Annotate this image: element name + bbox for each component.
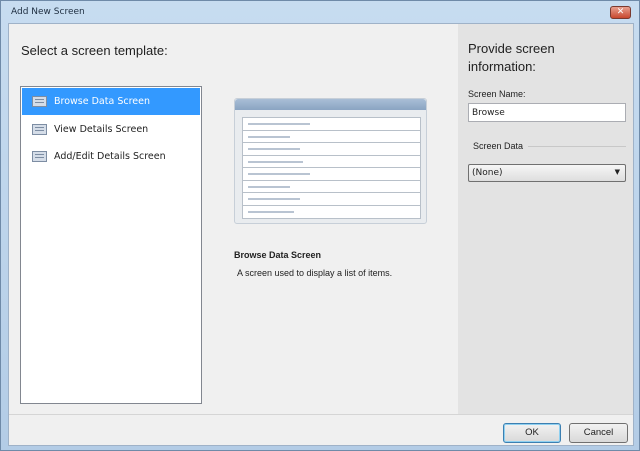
- group-divider: [528, 146, 626, 147]
- screen-data-label: Screen Data: [473, 141, 524, 151]
- close-button[interactable]: ✕: [610, 6, 631, 19]
- screen-data-select[interactable]: (None) ▼: [468, 164, 626, 182]
- template-item-label: Browse Data Screen: [54, 96, 150, 107]
- preview-description: A screen used to display a list of items…: [237, 268, 393, 278]
- screen-info-panel: Provide screen information: Screen Name:…: [458, 24, 633, 414]
- template-preview-image: [234, 98, 427, 224]
- ok-button[interactable]: OK: [503, 423, 561, 443]
- details-screen-icon: [32, 124, 47, 135]
- grid-screen-icon: [32, 96, 47, 107]
- screen-name-input[interactable]: Browse: [468, 103, 626, 122]
- preview-title: Browse Data Screen: [234, 250, 322, 260]
- template-item-add-edit-details[interactable]: Add/Edit Details Screen: [22, 143, 200, 170]
- template-item-browse-data[interactable]: Browse Data Screen: [22, 88, 200, 115]
- cancel-button[interactable]: Cancel: [569, 423, 628, 443]
- footer-divider: [9, 414, 633, 415]
- dialog-client: Select a screen template: Browse Data Sc…: [8, 23, 634, 446]
- dialog-window: Add New Screen ✕ Select a screen templat…: [0, 0, 640, 451]
- info-heading-line2: information:: [468, 59, 536, 74]
- dropdown-arrow-icon: ▼: [614, 168, 620, 176]
- template-item-label: Add/Edit Details Screen: [54, 151, 166, 162]
- edit-screen-icon: [32, 151, 47, 162]
- info-heading-line1: Provide screen: [468, 41, 555, 56]
- template-item-view-details[interactable]: View Details Screen: [22, 116, 200, 143]
- screen-data-value: (None): [472, 168, 503, 178]
- screen-name-label: Screen Name:: [468, 89, 526, 99]
- template-list[interactable]: Browse Data Screen View Details Screen A…: [20, 86, 202, 404]
- template-heading: Select a screen template:: [21, 43, 168, 58]
- window-title: Add New Screen: [11, 7, 85, 17]
- template-item-label: View Details Screen: [54, 124, 149, 135]
